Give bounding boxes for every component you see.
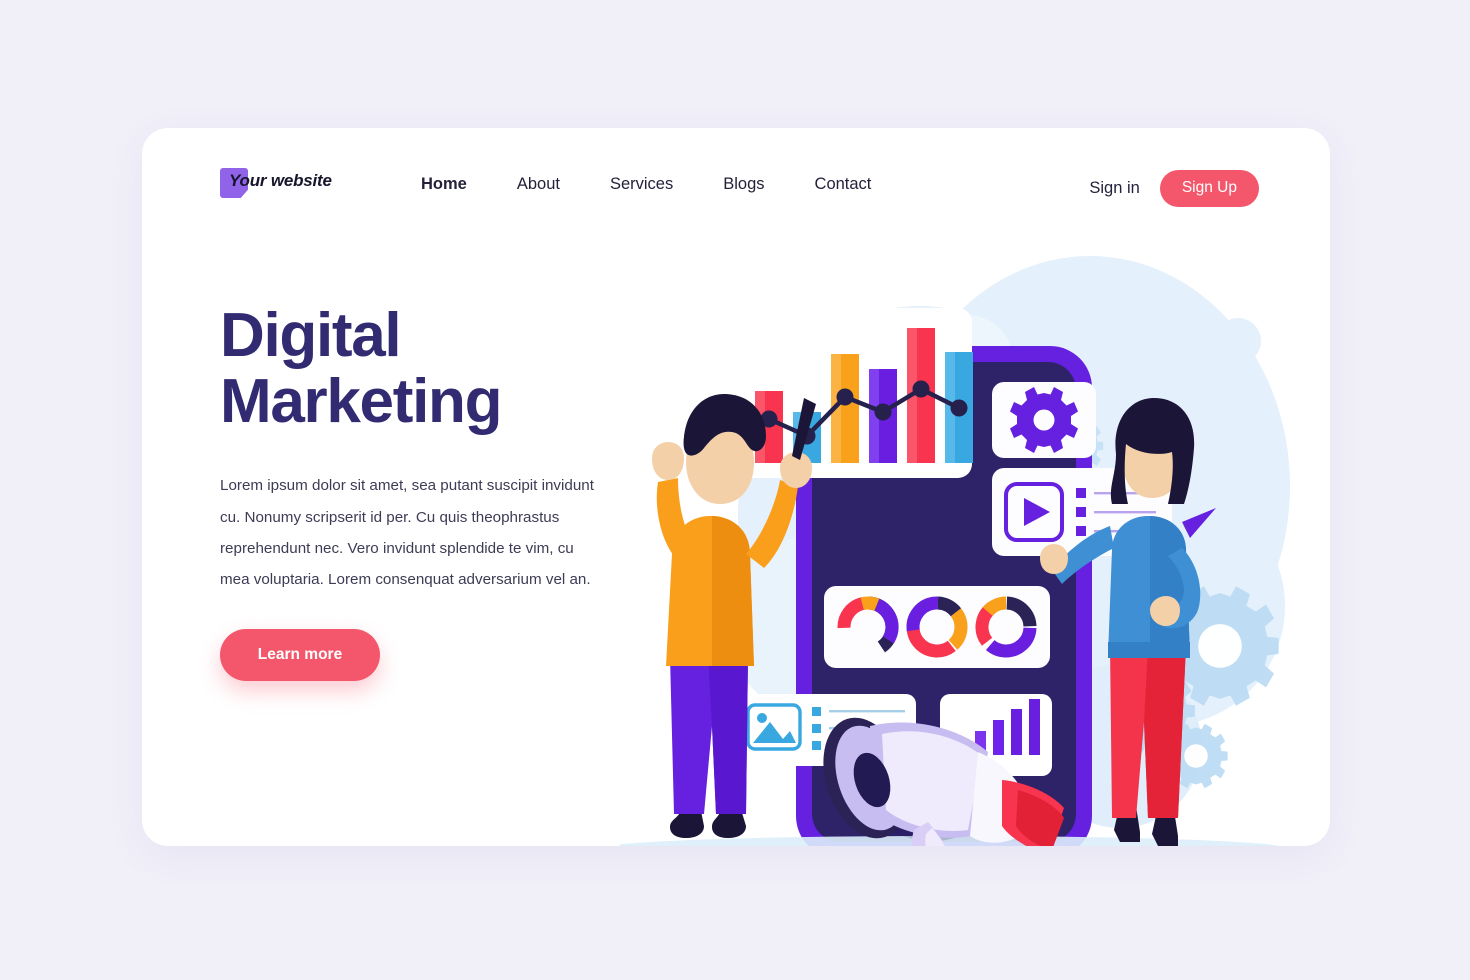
donut-charts-card: [824, 586, 1050, 668]
hero-paragraph: Lorem ipsum dolor sit amet, sea putant s…: [220, 477, 594, 588]
settings-card: [992, 382, 1096, 458]
screen-root: Your website Home About Services Blogs C…: [0, 0, 1470, 980]
hero-text-block: Digital Marketing Lorem ipsum dolor sit …: [220, 303, 650, 682]
nav-item-about[interactable]: About: [517, 175, 560, 194]
digital-marketing-illustration: [620, 186, 1330, 846]
bar-chart-card: [728, 308, 973, 478]
page-title: Digital Marketing: [220, 303, 650, 434]
page-title-line-1: Digital: [220, 301, 402, 370]
landing-page-card: Your website Home About Services Blogs C…: [142, 128, 1330, 846]
nav-item-home[interactable]: Home: [421, 175, 467, 194]
page-title-line-2: Marketing: [220, 366, 502, 436]
brand-logo[interactable]: Your website: [220, 164, 332, 198]
learn-more-button[interactable]: Learn more: [220, 629, 380, 682]
brand-name: Your website: [229, 171, 332, 190]
